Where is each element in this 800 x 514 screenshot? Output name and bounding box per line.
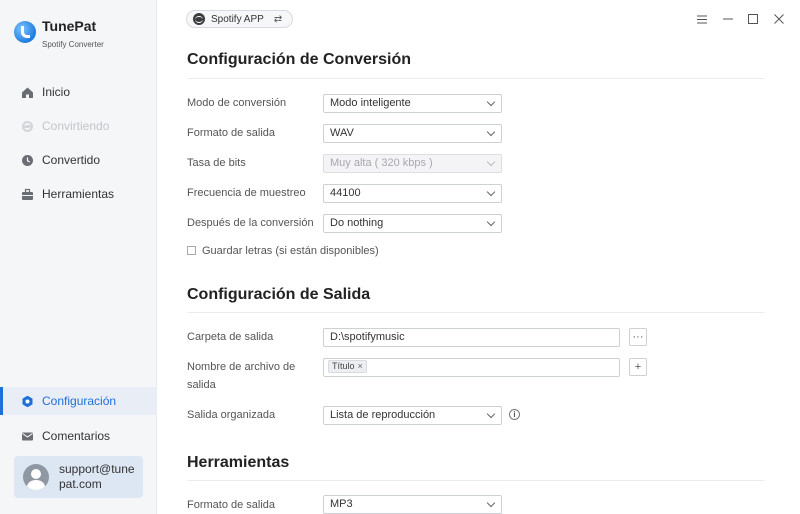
tools-format-select[interactable]: MP3 xyxy=(323,495,502,514)
tag-remove-icon[interactable]: × xyxy=(358,361,363,372)
section-title-tools: Herramientas xyxy=(187,454,290,471)
chevron-down-icon xyxy=(486,187,496,197)
toolbox-icon xyxy=(20,187,34,201)
sidebar-item-label: Comentarios xyxy=(42,429,111,443)
info-icon[interactable]: i xyxy=(509,409,520,420)
filename-tag-label: Título xyxy=(332,361,355,371)
sample-rate-value: 44100 xyxy=(330,187,361,199)
organized-output-value: Lista de reproducción xyxy=(330,409,436,421)
bitrate-value: Muy alta ( 320 kbps ) xyxy=(330,157,433,169)
divider xyxy=(187,312,765,313)
conversion-mode-label: Modo de conversión xyxy=(187,97,287,109)
account-card[interactable]: support@tunepat.com xyxy=(14,456,143,498)
add-filename-tag-button[interactable]: + xyxy=(629,358,647,376)
home-icon xyxy=(20,85,34,99)
chevron-down-icon xyxy=(486,217,496,227)
plus-icon: + xyxy=(634,361,642,373)
sidebar: TunePat Spotify Converter Inicio Convirt… xyxy=(0,0,157,514)
conversion-mode-value: Modo inteligente xyxy=(330,97,411,109)
chevron-down-icon xyxy=(486,97,496,107)
after-conversion-label: Después de la conversión xyxy=(187,217,314,229)
bitrate-label: Tasa de bits xyxy=(187,157,246,169)
after-conversion-select[interactable]: Do nothing xyxy=(323,214,502,233)
save-lyrics-label: Guardar letras (si están disponibles) xyxy=(202,245,379,257)
conversion-mode-select[interactable]: Modo inteligente xyxy=(323,94,502,113)
divider xyxy=(187,480,765,481)
maximize-icon[interactable] xyxy=(745,11,761,27)
output-folder-label: Carpeta de salida xyxy=(187,331,274,343)
chevron-down-icon xyxy=(486,409,496,419)
organized-output-select[interactable]: Lista de reproducción xyxy=(323,406,502,425)
after-conversion-value: Do nothing xyxy=(330,217,384,229)
sidebar-item-label: Configuración xyxy=(42,394,117,408)
filename-label-line2: salida xyxy=(187,379,216,391)
sidebar-item-label: Inicio xyxy=(42,85,71,99)
tunepat-logo-icon xyxy=(14,21,36,43)
sidebar-item-herramientas[interactable]: Herramientas xyxy=(0,180,157,208)
chevron-down-icon xyxy=(486,157,496,167)
avatar xyxy=(23,464,49,490)
clock-icon xyxy=(20,153,34,167)
sidebar-item-configuracion[interactable]: Configuración xyxy=(0,387,157,415)
filename-tag: Título × xyxy=(328,360,367,373)
mail-icon xyxy=(20,429,34,443)
bitrate-select[interactable]: Muy alta ( 320 kbps ) xyxy=(323,154,502,173)
app-subtitle: Spotify Converter xyxy=(42,40,104,49)
swap-icon: ⇄ xyxy=(273,13,283,25)
app-logo: TunePat Spotify Converter xyxy=(14,18,104,49)
sample-rate-label: Frecuencia de muestreo xyxy=(187,187,306,199)
organized-output-label: Salida organizada xyxy=(187,409,276,421)
source-selector[interactable]: Spotify APP ⇄ xyxy=(186,10,293,28)
sidebar-item-label: Convirtiendo xyxy=(42,119,110,133)
app-name: TunePat xyxy=(42,18,97,34)
converting-icon xyxy=(20,119,34,133)
save-lyrics-checkbox[interactable] xyxy=(187,246,196,255)
tools-format-label: Formato de salida xyxy=(187,499,276,511)
output-folder-input[interactable]: D:\spotifymusic xyxy=(323,328,620,347)
account-email: support@tunepat.com xyxy=(59,462,135,491)
output-folder-value: D:\spotifymusic xyxy=(330,331,405,343)
filename-input[interactable] xyxy=(323,358,620,377)
section-title-conversion: Configuración de Conversión xyxy=(187,51,412,68)
sidebar-item-convertido[interactable]: Convertido xyxy=(0,146,157,174)
more-icon: ··· xyxy=(632,331,644,343)
sidebar-item-label: Convertido xyxy=(42,153,101,167)
section-title-output: Configuración de Salida xyxy=(187,286,371,303)
output-format-label: Formato de salida xyxy=(187,127,276,139)
divider xyxy=(187,78,765,79)
filename-label: Nombre de archivo de salida xyxy=(187,358,295,394)
minimize-icon[interactable] xyxy=(720,11,736,27)
filename-label-line1: Nombre de archivo de xyxy=(187,361,296,373)
output-format-value: WAV xyxy=(330,127,354,139)
sample-rate-select[interactable]: 44100 xyxy=(323,184,502,203)
sidebar-item-label: Herramientas xyxy=(42,187,115,201)
sidebar-item-inicio[interactable]: Inicio xyxy=(0,78,157,106)
output-format-select[interactable]: WAV xyxy=(323,124,502,143)
chevron-down-icon xyxy=(486,127,496,137)
sidebar-item-convirtiendo[interactable]: Convirtiendo xyxy=(0,112,157,140)
chevron-down-icon xyxy=(486,498,496,508)
source-label: Spotify APP xyxy=(211,13,264,25)
close-icon[interactable] xyxy=(771,11,787,27)
browse-folder-button[interactable]: ··· xyxy=(629,328,647,346)
settings-icon xyxy=(20,394,34,408)
spotify-icon xyxy=(193,13,205,25)
tools-format-value: MP3 xyxy=(330,498,353,510)
menu-icon[interactable] xyxy=(694,11,710,27)
sidebar-item-comentarios[interactable]: Comentarios xyxy=(0,422,157,450)
